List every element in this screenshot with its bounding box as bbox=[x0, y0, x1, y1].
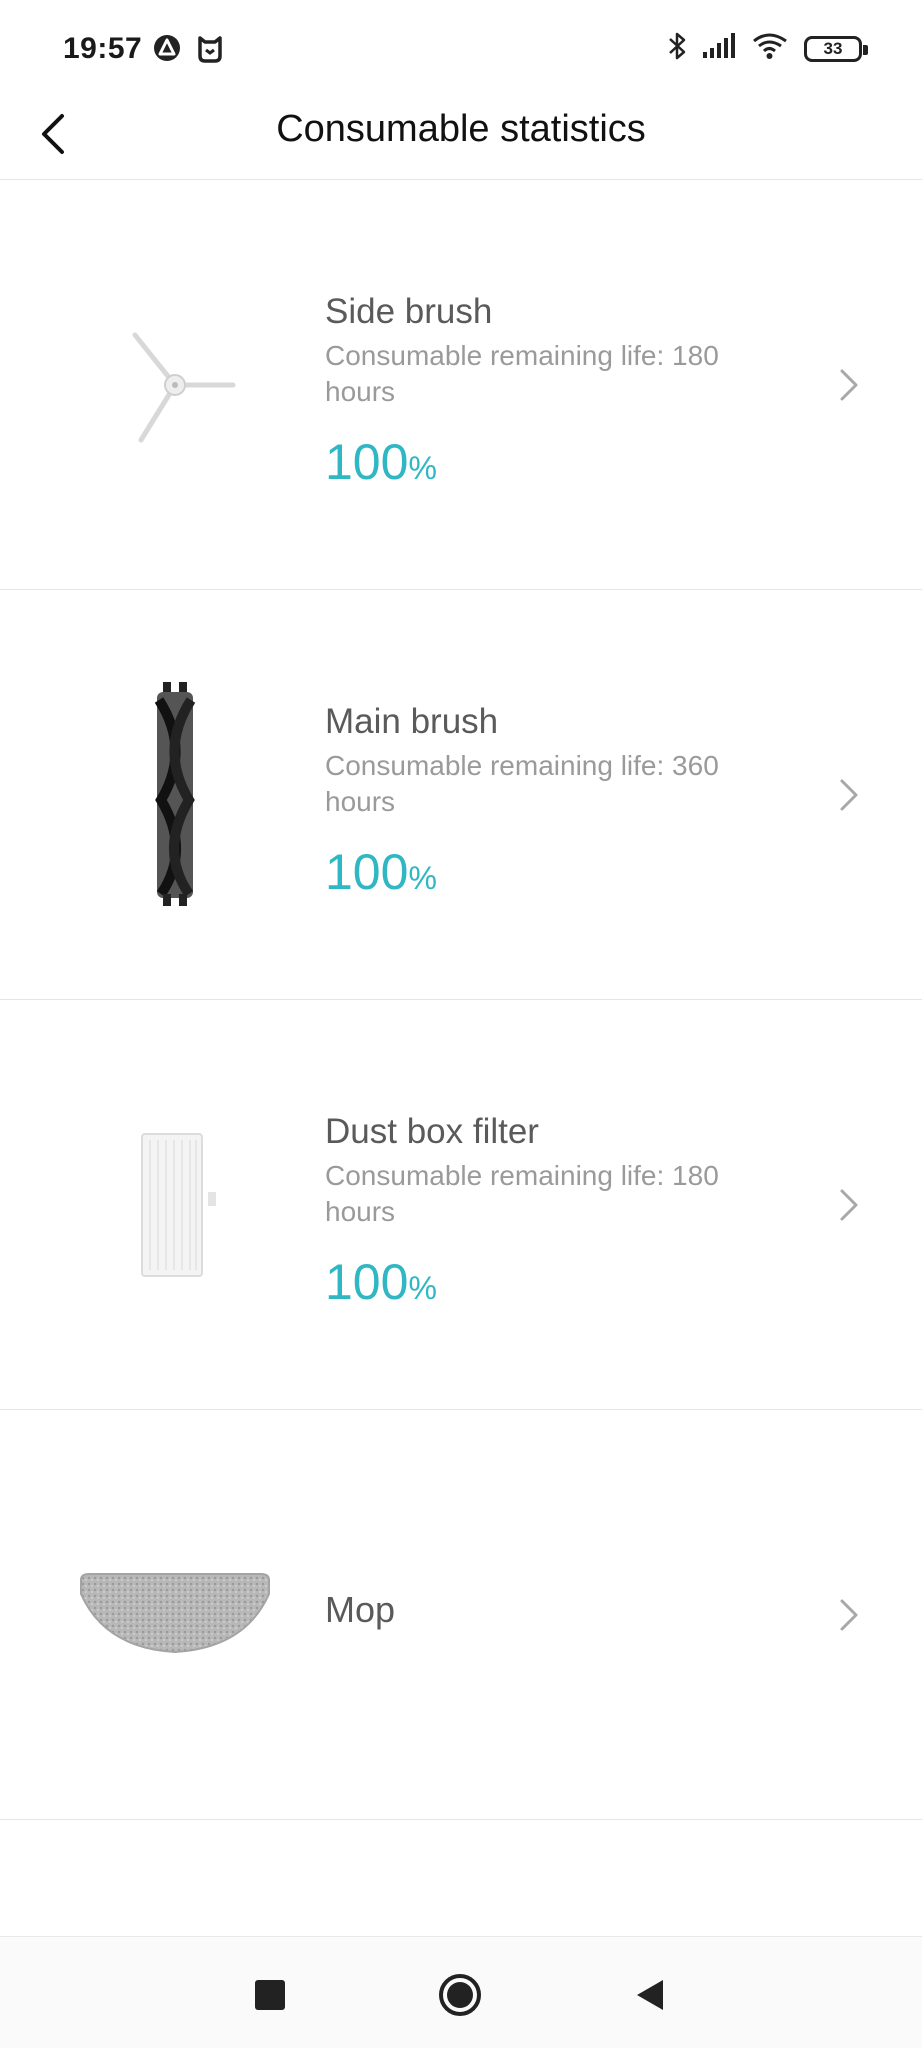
system-nav-bar bbox=[0, 1936, 922, 2048]
chevron-right-icon bbox=[840, 1599, 858, 1631]
top-app-bar: Consumable statistics bbox=[0, 100, 922, 180]
wifi-icon bbox=[752, 31, 790, 66]
percent-sign: % bbox=[408, 860, 437, 896]
assistant-icon bbox=[153, 34, 181, 67]
bluetooth-icon bbox=[666, 30, 688, 67]
item-percent: 100% bbox=[325, 1254, 785, 1316]
status-time: 19:57 bbox=[63, 32, 143, 65]
recents-square-icon bbox=[255, 1980, 285, 2010]
consumable-item-mop[interactable]: Mop bbox=[0, 1410, 922, 1820]
consumable-item-side-brush[interactable]: Side brush Consumable remaining life: 18… bbox=[0, 180, 922, 590]
recents-button[interactable] bbox=[240, 1965, 300, 2025]
side-brush-image bbox=[60, 255, 290, 515]
item-remaining-life: Consumable remaining life: 180 hours bbox=[325, 340, 719, 407]
item-percent: 100% bbox=[325, 844, 785, 906]
main-brush-image bbox=[60, 665, 290, 925]
nav-back-button[interactable] bbox=[620, 1965, 680, 2025]
status-right-icons: 33 bbox=[666, 30, 868, 67]
item-percent: 100% bbox=[325, 434, 785, 496]
item-remaining-life: Consumable remaining life: 180 hours bbox=[325, 1160, 719, 1227]
percent-value: 100 bbox=[325, 434, 409, 490]
consumable-item-main-brush[interactable]: Main brush Consumable remaining life: 36… bbox=[0, 590, 922, 1000]
chevron-right-icon bbox=[840, 779, 858, 811]
home-button[interactable] bbox=[430, 1965, 490, 2025]
cell-signal-icon bbox=[702, 32, 738, 65]
home-circle-icon bbox=[439, 1974, 481, 2016]
back-triangle-icon bbox=[637, 1980, 663, 2010]
filter-image bbox=[60, 1075, 290, 1335]
percent-value: 100 bbox=[325, 1254, 409, 1310]
status-bar: 19:57 33 bbox=[0, 0, 922, 100]
battery-indicator: 33 bbox=[804, 35, 868, 62]
percent-value: 100 bbox=[325, 844, 409, 900]
chevron-right-icon bbox=[840, 1189, 858, 1221]
consumables-list: Side brush Consumable remaining life: 18… bbox=[0, 180, 922, 1820]
consumable-item-dust-box-filter[interactable]: Dust box filter Consumable remaining lif… bbox=[0, 1000, 922, 1410]
mop-image bbox=[60, 1485, 290, 1745]
item-name: Mop bbox=[325, 1589, 396, 1630]
mi-home-icon bbox=[196, 34, 224, 69]
page-title: Consumable statistics bbox=[276, 108, 646, 150]
item-name: Side brush bbox=[325, 292, 493, 331]
item-name: Dust box filter bbox=[325, 1112, 539, 1151]
chevron-right-icon bbox=[840, 369, 858, 401]
item-name: Main brush bbox=[325, 702, 499, 741]
item-remaining-life: Consumable remaining life: 360 hours bbox=[325, 750, 719, 817]
percent-sign: % bbox=[408, 450, 437, 486]
percent-sign: % bbox=[408, 1270, 437, 1306]
